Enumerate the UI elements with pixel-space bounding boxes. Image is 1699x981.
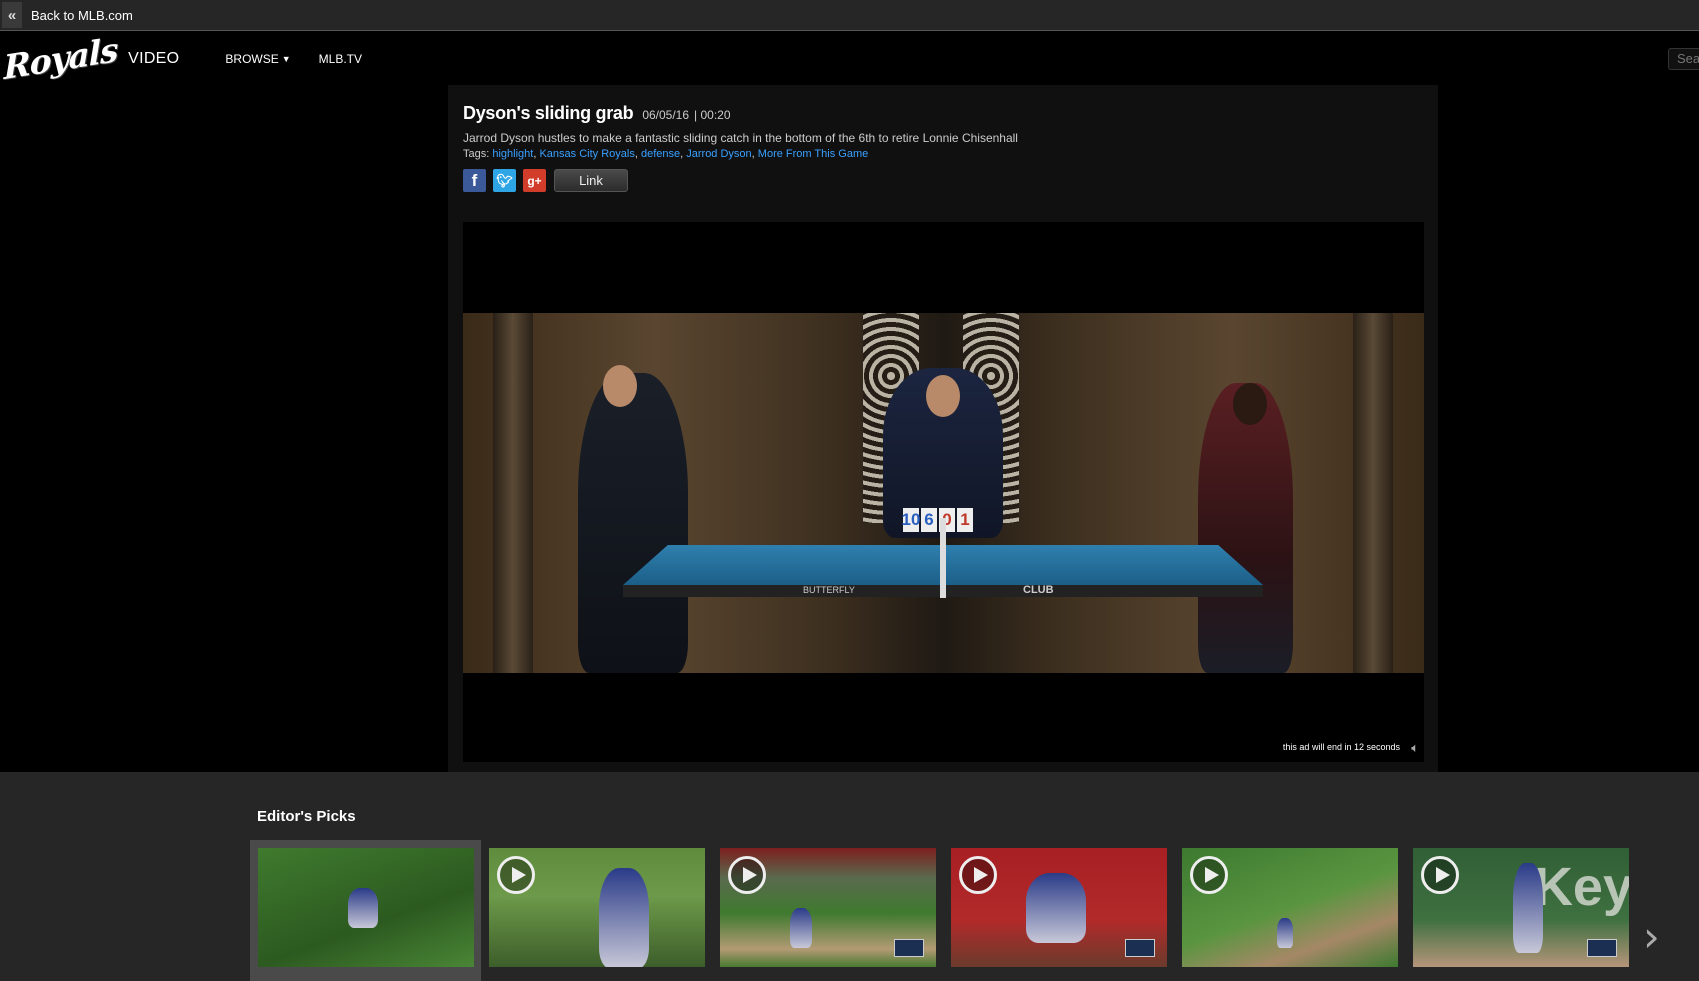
main-nav: Royals VIDEO BROWSE ▼ MLB.TV Sea (0, 30, 1699, 87)
caret-down-icon: ▼ (281, 53, 291, 64)
video-thumbnail[interactable] (720, 848, 936, 967)
twitter-icon[interactable]: 🐦︎ (493, 169, 516, 192)
editors-picks-section: Editor's Picks Key › (0, 772, 1699, 981)
video-thumbnail[interactable]: Key (1413, 848, 1629, 967)
score-digit: 1 (957, 508, 973, 532)
tag-link[interactable]: Jarrod Dyson (686, 148, 751, 160)
video-title-row: Dyson's sliding grab 06/05/16 | 00:20 (463, 103, 731, 124)
ad-countdown: this ad will end in 12 seconds (1282, 742, 1400, 752)
video-panel: Dyson's sliding grab 06/05/16 | 00:20 Ja… (448, 85, 1438, 772)
video-description: Jarrod Dyson hustles to make a fantastic… (463, 131, 1018, 145)
table-label: CLUB (1023, 584, 1054, 596)
tags-label: Tags: (463, 148, 490, 160)
royals-logo[interactable]: Royals (3, 30, 117, 87)
player-figure (1026, 873, 1086, 943)
nav-browse-label: BROWSE (225, 51, 279, 66)
search-input[interactable]: Sea (1668, 48, 1699, 70)
score-overlay (1125, 939, 1155, 957)
player-left-figure (578, 373, 688, 673)
tag-link[interactable]: highlight (492, 148, 533, 160)
player-figure (599, 868, 649, 967)
head (603, 365, 637, 407)
head (926, 375, 960, 417)
link-button[interactable]: Link (554, 169, 628, 192)
video-tags: Tags: highlight, Kansas City Royals, def… (463, 148, 869, 160)
google-plus-icon[interactable]: g+ (523, 169, 546, 192)
top-bar: « Back to MLB.com (0, 0, 1699, 31)
play-icon (728, 856, 766, 894)
facebook-icon[interactable]: f (463, 169, 486, 192)
tag-link[interactable]: defense (641, 148, 680, 160)
video-player[interactable]: 10 6 0 1 BUTTERFLY CLUB this ad will end… (463, 222, 1424, 762)
play-icon (1190, 856, 1228, 894)
score-digit: 6 (921, 508, 937, 532)
nav-section-title[interactable]: VIDEO (128, 50, 179, 68)
thumbnail-text: Key (1533, 857, 1629, 917)
score-overlay (894, 939, 924, 957)
head (1233, 383, 1267, 425)
video-date: 06/05/16 (642, 108, 690, 122)
score-digit: 10 (902, 508, 920, 532)
play-icon (1421, 856, 1459, 894)
share-bar: f 🐦︎ g+ Link (463, 169, 628, 192)
video-thumbnail[interactable] (951, 848, 1167, 967)
scoreboard: 10 6 0 1 (902, 508, 973, 532)
video-thumbnail[interactable] (489, 848, 705, 967)
player-figure (790, 908, 812, 948)
double-chevron-left-icon[interactable]: « (2, 2, 22, 28)
player-figure (1513, 863, 1543, 953)
video-frame: 10 6 0 1 BUTTERFLY CLUB (463, 313, 1424, 673)
pillar (1353, 313, 1393, 673)
nav-mlbtv[interactable]: MLB.TV (319, 52, 362, 66)
player-right-figure (1198, 383, 1293, 673)
score-overlay (1587, 939, 1617, 957)
chevron-right-icon[interactable]: › (1643, 912, 1660, 961)
pillar (493, 313, 533, 673)
video-duration: | 00:20 (694, 108, 731, 122)
speaker-icon[interactable]: 🔈︎ (1411, 740, 1419, 756)
video-title: Dyson's sliding grab (463, 103, 634, 123)
table-net (940, 518, 946, 598)
tag-link[interactable]: Kansas City Royals (539, 148, 634, 160)
nav-browse[interactable]: BROWSE ▼ (225, 52, 290, 66)
table-brand: BUTTERFLY (803, 585, 855, 595)
back-to-mlb-link[interactable]: Back to MLB.com (31, 8, 133, 23)
play-icon (959, 856, 997, 894)
player-figure (348, 888, 378, 928)
play-icon (497, 856, 535, 894)
video-thumbnail[interactable] (258, 848, 474, 967)
editors-picks-title: Editor's Picks (257, 808, 356, 825)
tag-link[interactable]: More From This Game (758, 148, 868, 160)
player-figure (1277, 918, 1293, 948)
video-thumbnail[interactable] (1182, 848, 1398, 967)
